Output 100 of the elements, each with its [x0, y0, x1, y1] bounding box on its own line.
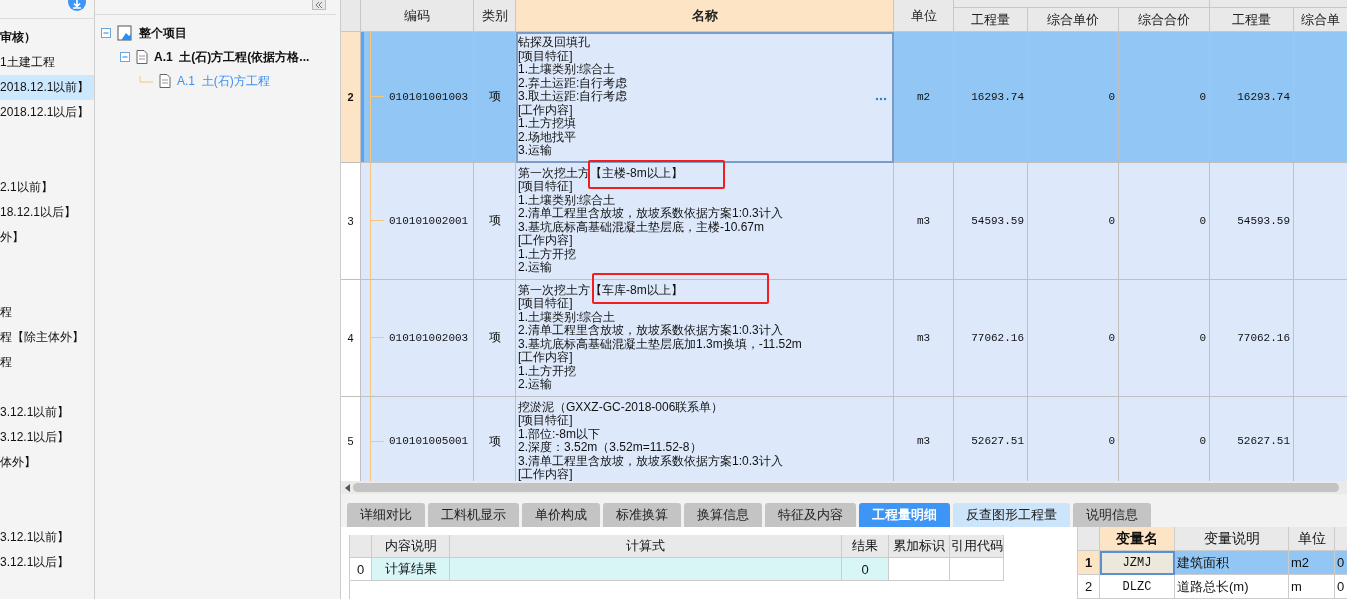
column-header: 累加标识 [889, 535, 950, 558]
list-item[interactable]: 2.1以前】 [0, 175, 94, 200]
table-cell [889, 558, 950, 581]
table-cell: 54593.59 [954, 162, 1028, 280]
name-line: [项目特征] [518, 180, 573, 193]
table-cell: 16293.74 [1210, 32, 1294, 163]
table-cell: 0 [1119, 32, 1210, 163]
name-line: 1.土方挖填 [518, 117, 576, 131]
list-item[interactable]: 3.12.1以后】 [0, 550, 94, 575]
table-cell: m3 [894, 279, 954, 397]
column-header: 变量名 [1100, 527, 1175, 551]
column-header: 单位 [1289, 527, 1335, 551]
name-line: 2.运输 [518, 378, 552, 392]
list-item[interactable]: 2018.12.1以后】 [0, 100, 94, 125]
tab[interactable]: 标准换算 [603, 503, 681, 527]
document-icon [159, 74, 171, 88]
row-number[interactable]: 3 [341, 162, 361, 280]
row-number[interactable]: 5 [341, 396, 361, 482]
tab[interactable]: 单价构成 [522, 503, 600, 527]
column-header: 计算式 [450, 535, 842, 558]
tree-node[interactable]: 整个项目 [139, 24, 187, 42]
list-item[interactable]: 外】 [0, 225, 94, 250]
list-item[interactable]: 程 [0, 350, 94, 375]
name-line: 2.弃土运距:自行考虑 [518, 76, 628, 90]
table-cell: DLZC [1100, 575, 1175, 599]
table-cell: 0 [842, 558, 889, 581]
table-cell: 项 [474, 279, 516, 397]
table-cell: m2 [1289, 551, 1335, 575]
table-cell: 0 [1028, 162, 1119, 280]
tab[interactable]: 反查图形工程量 [953, 503, 1070, 527]
name-line: 1.土方开挖 [518, 247, 576, 261]
list-item[interactable]: 2018.12.1以前】 [0, 75, 94, 100]
table-cell: m [1289, 575, 1335, 599]
tab[interactable]: 说明信息 [1073, 503, 1151, 527]
name-line: 2.清单工程里含放坡，放坡系数依据方案1:0.3计入 [518, 207, 783, 221]
table-cell: 010101001003 [361, 32, 474, 163]
name-line: 3.基坑底标高基础混凝土垫层底加1.3m换填，-11.52m [518, 337, 802, 351]
name-line: 1.土壤类别:综合土 [518, 63, 616, 77]
collapse-toggle-icon[interactable] [101, 28, 111, 38]
tree-node[interactable]: A.1 土(石)方工程(依据方格... [154, 48, 310, 66]
table-cell: 计算结果 [372, 558, 450, 581]
list-item[interactable]: 3.12.1以前】 [0, 525, 94, 550]
list-item[interactable]: 1土建工程 [0, 50, 94, 75]
scrollbar-thumb[interactable] [353, 483, 1339, 493]
list-item[interactable]: 3.12.1以前】 [0, 400, 94, 425]
row-number[interactable]: 4 [341, 279, 361, 397]
list-item[interactable]: 审核） [0, 25, 94, 50]
list-item[interactable]: 程 [0, 300, 94, 325]
document-icon [136, 50, 148, 64]
column-header: 名称 [516, 0, 894, 32]
table-cell: 0 [1119, 162, 1210, 280]
tab[interactable]: 换算信息 [684, 503, 762, 527]
table-cell: 77062.16 [954, 279, 1028, 397]
scroll-left-icon[interactable] [345, 483, 350, 492]
table-cell: m2 [894, 32, 954, 163]
name-line: 1.土方开挖 [518, 364, 576, 378]
tab[interactable]: 特征及内容 [765, 503, 856, 527]
table-cell [950, 558, 1004, 581]
table-cell: 0 [1335, 575, 1347, 599]
list-item[interactable]: 18.12.1以后】 [0, 200, 94, 225]
name-line: 挖淤泥（GXXZ-GC-2018-006联系单） [518, 400, 724, 414]
name-line: 2.运输 [518, 261, 552, 275]
name-line: [工作内容] [518, 234, 573, 247]
tree-connector [139, 76, 153, 86]
column-header: 变量说明 [1175, 527, 1289, 551]
project-icon [117, 25, 133, 41]
row-number[interactable]: 2 [341, 32, 361, 163]
more-icon[interactable] [875, 96, 887, 101]
name-line: 第一次挖土方【车库-8m以上】 [518, 283, 683, 297]
list-item[interactable]: 体外】 [0, 450, 94, 475]
table-cell: 0 [1335, 551, 1347, 575]
row-number[interactable]: 1 [1078, 551, 1100, 575]
table-cell: m3 [894, 162, 954, 280]
list-item[interactable]: 程【除主体外】 [0, 325, 94, 350]
name-line: 2.清单工程里含放坡，放坡系数依据方案1:0.3计入 [518, 324, 783, 338]
table-cell: 道路总长(m) [1175, 575, 1289, 599]
name-line: 2.场地找平 [518, 130, 576, 144]
list-item[interactable]: 3.12.1以后】 [0, 425, 94, 450]
table-cell: 010101002003 [361, 279, 474, 397]
table-cell: 0 [1028, 279, 1119, 397]
table-cell: 77062.16 [1210, 279, 1294, 397]
name-line: 1.部位:-8m以下 [518, 427, 600, 441]
table-cell: 54593.59 [1210, 162, 1294, 280]
name-line: 钻探及回填孔 [518, 36, 590, 50]
table-cell: JZMJ [1100, 551, 1175, 575]
tab[interactable]: 详细对比 [347, 503, 425, 527]
collapse-toggle-icon[interactable] [120, 52, 130, 62]
row-number[interactable]: 2 [1078, 575, 1100, 599]
table-cell: 0 [1119, 279, 1210, 397]
column-header: 引用代码 [950, 535, 1004, 558]
name-line: [项目特征] [518, 414, 573, 428]
name-line: [项目特征] [518, 297, 573, 310]
name-line: 3.清单工程里含放坡，放坡系数依据方案1:0.3计入 [518, 454, 783, 468]
name-line: [工作内容] [518, 351, 573, 364]
table-cell: 建筑面积 [1175, 551, 1289, 575]
collapse-panel-button[interactable] [312, 0, 326, 10]
name-line: 3.基坑底标高基础混凝土垫层底，主楼-10.67m [518, 220, 765, 234]
column-header: 结果 [842, 535, 889, 558]
table-cell: 010101002001 [361, 162, 474, 280]
tab[interactable]: 工料机显示 [428, 503, 519, 527]
